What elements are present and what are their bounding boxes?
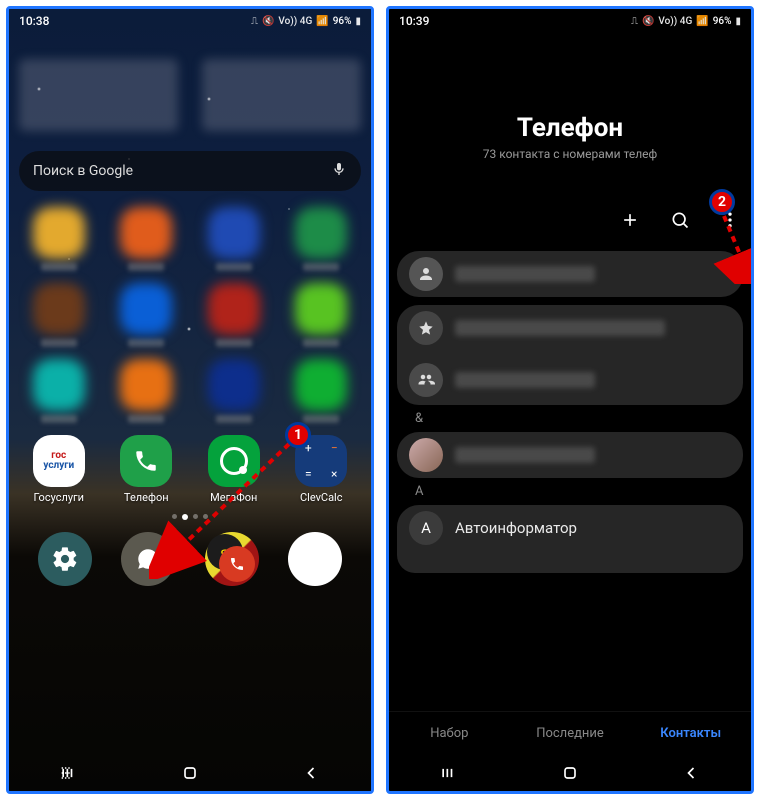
favorite-contact-row[interactable] — [397, 305, 743, 355]
mic-icon[interactable] — [331, 161, 347, 181]
app-blurred[interactable] — [194, 283, 274, 347]
nav-recent[interactable] — [43, 757, 95, 789]
bottom-tabs: Набор Последние Контакты — [389, 711, 751, 755]
contact-list[interactable]: & A A Автоинформатор — [389, 247, 751, 711]
dock: я — [19, 528, 361, 596]
app-blurred[interactable] — [19, 207, 99, 271]
google-search-bar[interactable]: Поиск в Google — [19, 151, 361, 191]
nav-back[interactable] — [285, 757, 337, 789]
app-grid: госуслуги Госуслуги Телефон МегаФон +−=×… — [19, 207, 361, 504]
mute-icon: 🔇 — [642, 16, 654, 27]
app-blurred[interactable] — [107, 359, 187, 423]
phone-left-home-screen: 10:38 ⎍ 🔇 Vo)) 4G 📶 96% ▮ Поиск в Google — [6, 6, 374, 794]
blurred-contact-name — [455, 447, 595, 463]
contact-row[interactable] — [397, 432, 743, 478]
app-megafon[interactable]: МегаФон — [194, 435, 274, 504]
blurred-contact-name — [455, 372, 595, 388]
app-blurred[interactable] — [194, 207, 274, 271]
app-label: Телефон — [124, 491, 169, 504]
annotation-callout-1: 1 — [285, 422, 311, 448]
app-blurred[interactable] — [19, 283, 99, 347]
battery-percent: 96% — [713, 16, 732, 27]
nfc-icon: ⎍ — [251, 16, 258, 27]
dock-messages[interactable] — [121, 532, 175, 586]
tab-dial[interactable]: Набор — [389, 712, 510, 755]
volte-icon: Vo)) 4G — [658, 16, 692, 27]
volte-icon: Vo)) 4G — [278, 16, 312, 27]
status-bar: 10:38 ⎍ 🔇 Vo)) 4G 📶 96% ▮ — [9, 9, 371, 33]
weather-widget[interactable] — [202, 59, 361, 131]
index-letter-a: A — [389, 482, 751, 501]
app-label: МегаФон — [210, 491, 257, 504]
widget-row — [19, 59, 361, 131]
app-blurred[interactable] — [282, 359, 362, 423]
person-icon — [409, 257, 443, 291]
contact-name: Автоинформатор — [455, 519, 577, 537]
battery-icon: ▮ — [355, 16, 361, 27]
app-blurred[interactable] — [194, 359, 274, 423]
app-label: ClevCalc — [300, 491, 343, 504]
app-blurred[interactable] — [107, 207, 187, 271]
mute-icon: 🔇 — [262, 16, 274, 27]
app-blurred[interactable] — [282, 283, 362, 347]
battery-percent: 96% — [333, 16, 352, 27]
contact-avatar — [409, 438, 443, 472]
phone-icon — [120, 435, 172, 487]
dock-settings[interactable] — [38, 532, 92, 586]
clock-widget[interactable] — [19, 59, 178, 131]
status-time: 10:39 — [399, 14, 429, 28]
blurred-contact-name — [455, 320, 665, 336]
nfc-icon: ⎍ — [631, 16, 638, 27]
contact-row-autoinformator[interactable]: A Автоинформатор — [397, 505, 743, 555]
app-blurred[interactable] — [107, 283, 187, 347]
nav-home[interactable] — [544, 757, 596, 789]
app-blurred[interactable] — [19, 359, 99, 423]
contacts-subtitle: 73 контакта с номерами телеф — [389, 147, 751, 161]
header-actions — [389, 201, 751, 247]
add-contact-button[interactable] — [615, 201, 645, 239]
search-placeholder: Поиск в Google — [33, 163, 133, 179]
dock-folder-calls[interactable]: я — [205, 532, 259, 586]
battery-icon: ▮ — [735, 16, 741, 27]
group-icon — [409, 363, 443, 397]
nav-bar — [9, 755, 371, 791]
app-phone[interactable]: Телефон — [107, 435, 187, 504]
index-letter-amp: & — [389, 409, 751, 428]
phone-right-contacts-app: 10:39 ⎍ 🔇 Vo)) 4G 📶 96% ▮ Телефон 73 кон… — [386, 6, 754, 794]
status-time: 10:38 — [19, 14, 49, 28]
contacts-title: Телефон — [389, 113, 751, 143]
app-gosuslugi[interactable]: госуслуги Госуслуги — [19, 435, 99, 504]
home-screen: Поиск в Google госуслуги — [9, 33, 371, 755]
app-blurred[interactable] — [282, 207, 362, 271]
gosuslugi-icon: госуслуги — [33, 435, 85, 487]
page-indicator[interactable] — [19, 514, 361, 520]
status-bar: 10:39 ⎍ 🔇 Vo)) 4G 📶 96% ▮ — [389, 9, 751, 33]
star-icon — [409, 311, 443, 345]
annotation-callout-2: 2 — [709, 189, 735, 215]
nav-recent[interactable] — [423, 757, 475, 789]
group-row[interactable] — [397, 355, 743, 405]
signal-icon: 📶 — [316, 16, 328, 27]
search-button[interactable] — [665, 201, 695, 239]
my-profile-row[interactable] — [397, 251, 743, 297]
nav-bar — [389, 755, 751, 791]
dock-folder-apps[interactable] — [288, 532, 342, 586]
tab-recent[interactable]: Последние — [510, 712, 631, 755]
contacts-header: Телефон 73 контакта с номерами телеф — [389, 33, 751, 201]
nav-back[interactable] — [665, 757, 717, 789]
app-label: Госуслуги — [33, 491, 84, 504]
megafon-icon — [208, 435, 260, 487]
contact-row-partial[interactable] — [397, 555, 743, 573]
contact-avatar-letter: A — [409, 511, 443, 545]
signal-icon: 📶 — [696, 16, 708, 27]
blurred-contact-name — [455, 266, 595, 282]
tab-contacts[interactable]: Контакты — [630, 712, 751, 755]
nav-home[interactable] — [164, 757, 216, 789]
